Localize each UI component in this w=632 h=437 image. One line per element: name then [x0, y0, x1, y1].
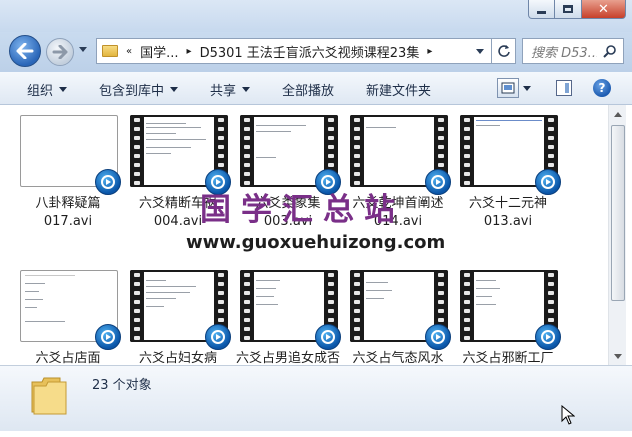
breadcrumb-separator[interactable]: ▸ — [427, 46, 432, 57]
mouse-cursor-icon — [561, 405, 575, 425]
search-input[interactable]: 搜索 D53... — [522, 38, 624, 64]
navigation-bar: « 国学... ▸ D5301 王法壬盲派六爻视频课程23集 ▸ 搜索 D53.… — [0, 32, 632, 72]
scroll-up-arrow-icon[interactable] — [611, 107, 625, 121]
media-player-icon — [205, 324, 231, 350]
media-player-icon — [535, 169, 561, 195]
watermark-chinese: 国学汇总站 — [200, 192, 405, 228]
chevron-down-icon — [59, 87, 68, 92]
organize-label: 组织 — [27, 84, 54, 99]
maximize-icon — [563, 5, 573, 13]
item-count: 23 个对象 — [92, 378, 152, 393]
address-bar[interactable]: « 国学... ▸ D5301 王法壬盲派六爻视频课程23集 ▸ — [96, 38, 492, 64]
file-name: 八卦释疑篇 017.avi — [35, 196, 101, 229]
minimize-button[interactable] — [528, 0, 555, 19]
back-button[interactable] — [9, 35, 41, 67]
media-player-icon — [95, 169, 121, 195]
media-player-icon — [425, 324, 451, 350]
media-player-icon — [425, 169, 451, 195]
title-bar: ✕ — [0, 0, 632, 32]
media-player-icon — [535, 324, 561, 350]
play-all-label: 全部播放 — [282, 84, 335, 99]
scroll-down-arrow-icon[interactable] — [611, 349, 625, 363]
media-player-icon — [95, 324, 121, 350]
back-arrow-icon — [16, 43, 34, 59]
share-label: 共享 — [210, 84, 237, 99]
file-name: 六爻占邪断工厂 — [462, 351, 554, 365]
organize-menu[interactable]: 组织 — [27, 80, 68, 99]
preview-pane-button[interactable] — [556, 80, 572, 96]
minimize-icon — [537, 10, 546, 14]
forward-arrow-icon — [52, 45, 68, 59]
chevron-down-icon — [242, 87, 251, 92]
file-name: 六爻占店面 — [35, 351, 101, 365]
details-pane: 23 个对象 — [0, 365, 632, 431]
breadcrumb-overflow[interactable]: « — [126, 46, 132, 57]
breadcrumb-item-current[interactable]: D5301 王法壬盲派六爻视频课程23集 — [200, 42, 420, 61]
folder-icon — [102, 45, 118, 57]
new-folder-label: 新建文件夹 — [366, 84, 432, 99]
search-icon[interactable] — [603, 44, 617, 58]
file-name: 六爻十二元神 013.avi — [468, 196, 547, 229]
close-button[interactable]: ✕ — [582, 0, 626, 19]
recent-pages-dropdown[interactable] — [79, 47, 87, 52]
media-player-icon — [315, 324, 341, 350]
view-options-dropdown[interactable] — [521, 79, 533, 97]
share-menu[interactable]: 共享 — [210, 80, 251, 99]
close-icon: ✕ — [598, 1, 609, 17]
help-button[interactable]: ? — [593, 79, 611, 97]
file-name: 六爻占男追女成否 — [235, 351, 340, 365]
maximize-button[interactable] — [555, 0, 582, 19]
window-controls: ✕ — [528, 0, 626, 19]
watermark-url: www.guoxuehuizong.com — [186, 232, 446, 253]
forward-button[interactable] — [46, 38, 74, 66]
folder-icon — [31, 377, 67, 415]
refresh-button[interactable] — [492, 38, 516, 64]
include-library-menu[interactable]: 包含到库中 — [99, 80, 179, 99]
vertical-scrollbar[interactable] — [608, 105, 626, 365]
change-view-button[interactable] — [497, 78, 519, 98]
breadcrumb-separator[interactable]: ▸ — [187, 46, 192, 57]
file-name: 六爻占妇女病 — [138, 351, 217, 365]
refresh-icon — [497, 45, 510, 57]
view-icon — [501, 82, 515, 94]
breadcrumb-item-parent[interactable]: 国学... — [140, 42, 178, 61]
scrollbar-thumb[interactable] — [611, 125, 625, 301]
play-all-button[interactable]: 全部播放 — [282, 80, 334, 99]
search-placeholder: 搜索 D53... — [531, 45, 597, 61]
file-name: 六爻占气态风水 — [352, 351, 444, 365]
include-library-label: 包含到库中 — [99, 84, 165, 99]
command-bar: 组织 包含到库中 共享 全部播放 新建文件夹 ? — [0, 72, 632, 105]
address-dropdown[interactable] — [476, 49, 484, 54]
new-folder-button[interactable]: 新建文件夹 — [366, 80, 431, 99]
chevron-down-icon — [170, 87, 179, 92]
